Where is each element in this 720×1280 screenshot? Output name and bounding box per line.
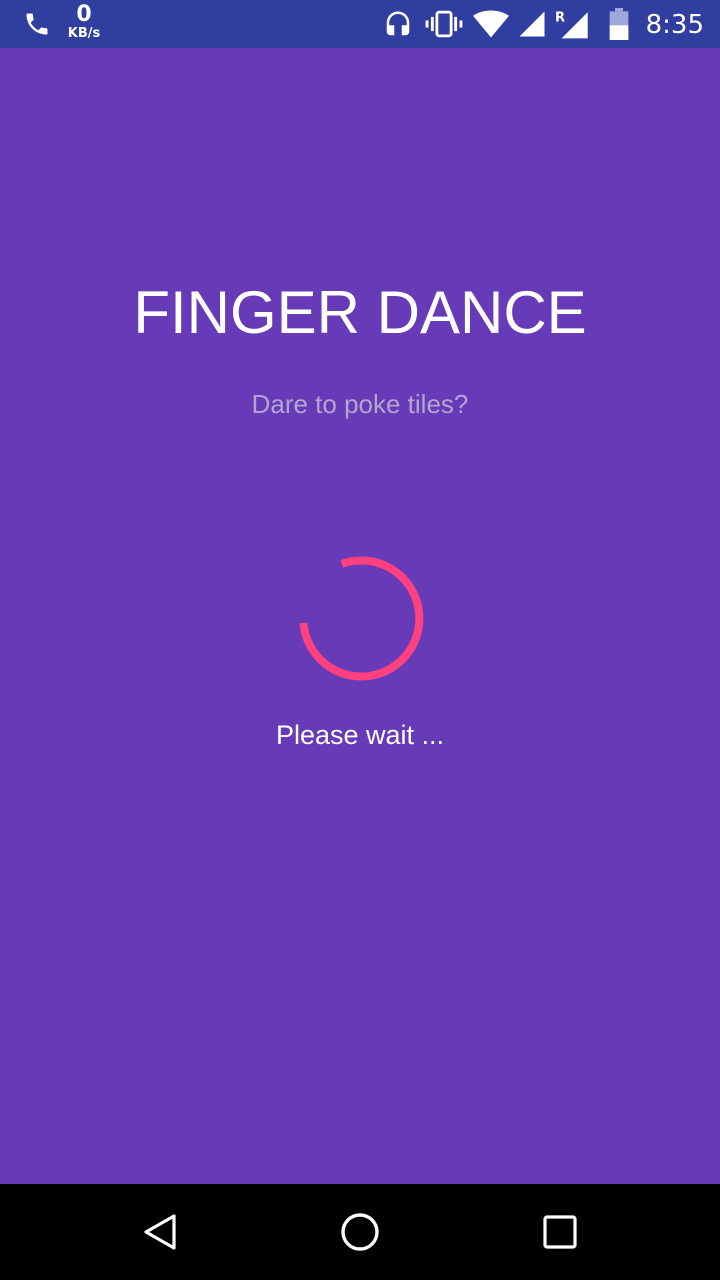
status-bar: 0 KB/s R 8:35 xyxy=(0,0,720,48)
back-icon[interactable] xyxy=(128,1200,192,1264)
app-subtitle: Dare to poke tiles? xyxy=(251,389,469,419)
roaming-marker: R xyxy=(555,10,565,25)
network-speed-unit: KB/s xyxy=(67,26,101,41)
network-speed-value: 0 xyxy=(76,2,92,27)
battery-icon xyxy=(604,0,634,48)
app-screen: 0 KB/s R 8:35 FINGER DANCE Dare to poke … xyxy=(0,0,720,1280)
home-icon[interactable] xyxy=(328,1200,392,1264)
navigation-bar xyxy=(0,1184,720,1280)
wifi-icon xyxy=(472,0,510,48)
signal-roaming-icon: R xyxy=(554,0,590,48)
recents-icon[interactable] xyxy=(528,1200,592,1264)
loading-spinner xyxy=(299,556,424,681)
app-title: FINGER DANCE xyxy=(133,279,587,346)
phone-icon xyxy=(20,0,54,48)
status-clock: 8:35 xyxy=(645,10,704,40)
loading-text: Please wait ... xyxy=(275,720,445,750)
network-speed: 0 KB/s xyxy=(62,2,106,41)
headset-icon xyxy=(382,0,414,48)
vibrate-icon xyxy=(424,0,464,48)
signal-icon xyxy=(516,0,548,48)
spinner-arc xyxy=(299,556,424,681)
